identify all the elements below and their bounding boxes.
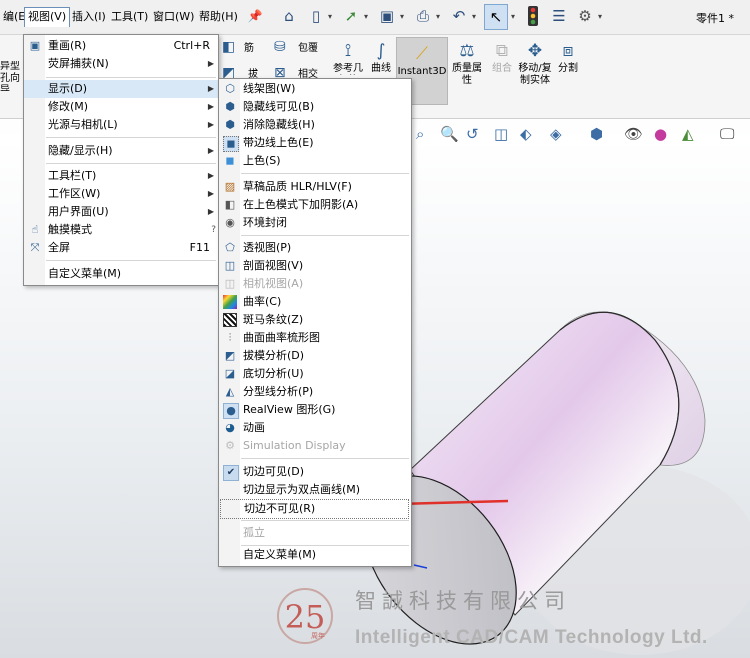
submenu-arrow-icon: ▶ (207, 171, 214, 180)
menu-separator (46, 77, 216, 78)
menu-item-section-view[interactable]: ◫ 剖面视图(V) (219, 257, 411, 275)
menu-item-customize-menu[interactable]: 自定义菜单(M) (24, 265, 218, 283)
menu-separator (46, 137, 216, 138)
menu-item-realview[interactable]: ● RealView 图形(G) (219, 401, 411, 419)
menu-item-shadows-in-shaded[interactable]: ◧ 在上色模式下加阴影(A) (219, 196, 411, 214)
menu-item-shaded[interactable]: ◼ 上色(S) (219, 152, 411, 170)
menu-item-workspace[interactable]: 工作区(W) ▶ (24, 185, 218, 203)
ambient-occlusion-icon: ◉ (225, 216, 235, 229)
watermark-company-en: Intelligent CAD/CAM Technology Ltd. (355, 627, 708, 648)
menu-item-ambient-occlusion[interactable]: ◉ 环境封闭 (219, 214, 411, 232)
shaded-icon: ◼ (225, 154, 235, 167)
menu-item-animation[interactable]: ◕ 动画 (219, 419, 411, 437)
fullscreen-icon: ⤧ (30, 241, 40, 254)
menu-separator (46, 260, 216, 261)
menu-item-tangent-edges-phantom[interactable]: 切边显示为双点画线(M) (219, 481, 411, 499)
menu-item-tangent-edges-visible[interactable]: ✔ 切边可见(D) (219, 463, 411, 481)
menu-separator (241, 520, 409, 521)
submenu-arrow-icon: ▶ (207, 120, 214, 129)
parting-line-icon: ◭ (225, 385, 235, 398)
curvature-comb-icon: ⫶ (228, 331, 232, 344)
perspective-icon: ⬠ (225, 241, 235, 254)
menu-item-lights-cameras[interactable]: 光源与相机(L) ▶ (24, 116, 218, 134)
realview-icon: ● (223, 403, 239, 419)
submenu-arrow-icon: ▶ (207, 189, 214, 198)
menu-item-isolate[interactable]: 孤立 (219, 524, 411, 542)
section-view-icon: ◫ (224, 259, 236, 272)
display-submenu: ⬡ 线架图(W) ⬢ 隐藏线可见(B) ⬢ 消除隐藏线(H) ◼ 带边线上色(E… (218, 78, 412, 567)
check-icon: ✔ (223, 465, 239, 481)
menu-item-customize-display-menu[interactable]: 自定义菜单(M) (219, 546, 411, 564)
menu-item-shaded-with-edges[interactable]: ◼ 带边线上色(E) (219, 134, 411, 152)
submenu-arrow-icon: ▶ (207, 102, 214, 111)
menu-item-zebra-stripes[interactable]: 斑马条纹(Z) (219, 311, 411, 329)
animation-icon: ◕ (225, 421, 235, 434)
menu-item-display[interactable]: 显示(D) ▶ (24, 80, 218, 98)
submenu-arrow-icon: ▶ (207, 84, 214, 93)
menu-item-touch-mode[interactable]: ☝ 触摸模式 ? (24, 221, 218, 239)
submenu-arrow-icon: ▶ (207, 207, 214, 216)
anniversary-logo-graphic: 25 周年 (277, 588, 333, 644)
anniversary-logo: 25 周年 (272, 584, 336, 652)
menu-item-screen-capture[interactable]: 荧屏捕获(N) ▶ (24, 55, 218, 73)
menu-item-simulation-display[interactable]: ⚙ Simulation Display (219, 437, 411, 455)
menu-item-hidden-lines-removed[interactable]: ⬢ 消除隐藏线(H) (219, 116, 411, 134)
curvature-icon (223, 295, 237, 309)
draft-analysis-icon: ◩ (224, 349, 236, 362)
redraw-icon: ▣ (29, 39, 41, 52)
hidden-lines-removed-icon: ⬢ (225, 118, 235, 131)
view-menu: ▣ 重画(R) Ctrl+R 荧屏捕获(N) ▶ 显示(D) ▶ 修改(M) ▶… (23, 34, 219, 286)
menu-item-camera-view[interactable]: ◫ 相机视图(A) (219, 275, 411, 293)
menu-item-curvature-comb[interactable]: ⫶ 曲面曲率梳形图 (219, 329, 411, 347)
undercut-analysis-icon: ◪ (224, 367, 236, 380)
menu-separator (46, 163, 216, 164)
submenu-arrow-icon: ▶ (207, 146, 214, 155)
menu-item-perspective[interactable]: ⬠ 透视图(P) (219, 239, 411, 257)
menu-item-wireframe[interactable]: ⬡ 线架图(W) (219, 80, 411, 98)
menu-item-parting-line[interactable]: ◭ 分型线分析(P) (219, 383, 411, 401)
help-question-icon: ? (211, 225, 216, 235)
menu-item-hidden-lines-visible[interactable]: ⬢ 隐藏线可见(B) (219, 98, 411, 116)
menu-item-fullscreen[interactable]: ⤧ 全屏 F11 (24, 239, 218, 257)
simulation-icon: ⚙ (225, 439, 235, 452)
menu-item-curvature[interactable]: 曲率(C) (219, 293, 411, 311)
menu-view[interactable]: 视图(V) (24, 7, 71, 27)
draft-quality-icon: ▨ (224, 180, 236, 193)
menu-item-draft-quality[interactable]: ▨ 草稿品质 HLR/HLV(F) (219, 178, 411, 196)
menu-item-draft-analysis[interactable]: ◩ 拔模分析(D) (219, 347, 411, 365)
logo-number: 25 (285, 598, 326, 636)
zebra-stripes-icon (223, 313, 237, 327)
menu-item-hide-show[interactable]: 隐藏/显示(H) ▶ (24, 142, 218, 160)
menu-item-user-interface[interactable]: 用户界面(U) ▶ (24, 203, 218, 221)
watermark-company-cn: 智誠科技有限公司 (355, 589, 571, 613)
menu-item-tangent-edges-removed[interactable]: 切边不可见(R) (220, 499, 409, 519)
menu-item-redraw[interactable]: ▣ 重画(R) Ctrl+R (24, 37, 218, 55)
menu-item-toolbars[interactable]: 工具栏(T) ▶ (24, 167, 218, 185)
menu-item-modify[interactable]: 修改(M) ▶ (24, 98, 218, 116)
menu-separator (241, 173, 409, 174)
wireframe-icon: ⬡ (225, 82, 235, 95)
camera-view-icon: ◫ (224, 277, 236, 290)
hidden-lines-visible-icon: ⬢ (225, 100, 235, 113)
shadows-icon: ◧ (224, 198, 236, 211)
menu-separator (241, 235, 409, 236)
menu-separator (241, 458, 409, 459)
touch-icon: ☝ (31, 223, 39, 236)
submenu-arrow-icon: ▶ (207, 59, 214, 68)
menu-item-undercut-analysis[interactable]: ◪ 底切分析(U) (219, 365, 411, 383)
shaded-with-edges-icon: ◼ (223, 136, 239, 152)
logo-caption: 周年 (311, 631, 325, 640)
